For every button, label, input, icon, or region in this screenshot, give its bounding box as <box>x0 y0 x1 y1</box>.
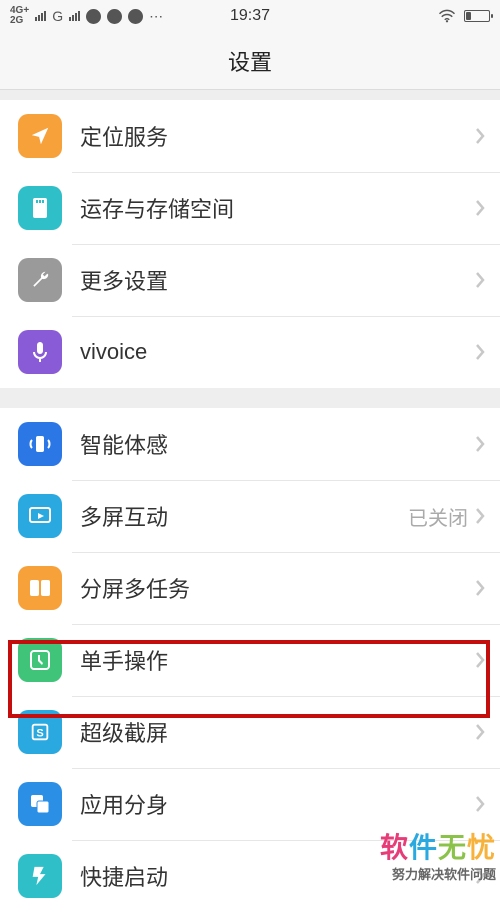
wifi-icon <box>438 9 456 23</box>
chevron-right-icon <box>474 578 486 598</box>
microphone-icon <box>18 330 62 374</box>
chevron-right-icon <box>474 342 486 362</box>
status-bar: 4G+ 2G G ⋯ 19:37 <box>0 0 500 32</box>
wrench-icon <box>18 258 62 302</box>
row-location[interactable]: 定位服务 <box>0 100 500 172</box>
row-vivoice[interactable]: vivoice <box>0 316 500 388</box>
status-app-icon-2 <box>107 9 122 24</box>
screenshot-icon: S <box>18 710 62 754</box>
status-app-icon-3 <box>128 9 143 24</box>
chevron-right-icon <box>474 270 486 290</box>
status-time: 19:37 <box>230 7 270 25</box>
storage-icon <box>18 186 62 230</box>
watermark-subtitle: 努力解决软件问题 <box>392 864 496 883</box>
row-label: 分屏多任务 <box>80 572 474 604</box>
chevron-right-icon <box>474 126 486 146</box>
row-one-hand[interactable]: 单手操作 <box>0 624 500 696</box>
row-label: 定位服务 <box>80 120 474 152</box>
signal-icon-1 <box>35 11 46 21</box>
status-right <box>438 9 490 23</box>
cast-icon <box>18 494 62 538</box>
network-4g-label: 4G+ 2G <box>10 6 29 26</box>
split-icon <box>18 566 62 610</box>
row-label: 单手操作 <box>80 644 474 676</box>
row-label: 应用分身 <box>80 788 474 820</box>
row-label: 多屏互动 <box>80 500 408 532</box>
row-motion-sensing[interactable]: 智能体感 <box>0 408 500 480</box>
row-split-screen[interactable]: 分屏多任务 <box>0 552 500 624</box>
row-value: 已关闭 <box>408 502 468 531</box>
network-g-label: G <box>52 8 63 24</box>
row-multiscreen[interactable]: 多屏互动 已关闭 <box>0 480 500 552</box>
chevron-right-icon <box>474 434 486 454</box>
page-title: 设置 <box>0 32 500 90</box>
svg-text:S: S <box>36 728 43 740</box>
status-app-icon-1 <box>86 9 101 24</box>
chevron-right-icon <box>474 198 486 218</box>
quick-launch-icon <box>18 854 62 898</box>
row-storage[interactable]: 运存与存储空间 <box>0 172 500 244</box>
row-more-settings[interactable]: 更多设置 <box>0 244 500 316</box>
chevron-right-icon <box>474 794 486 814</box>
row-super-screenshot[interactable]: S 超级截屏 <box>0 696 500 768</box>
chevron-right-icon <box>474 722 486 742</box>
clone-icon <box>18 782 62 826</box>
settings-group-1: 定位服务 运存与存储空间 更多设置 vivoice <box>0 100 500 388</box>
row-label: 运存与存储空间 <box>80 192 474 224</box>
watermark-title: 软件无忧 <box>380 826 496 866</box>
location-icon <box>18 114 62 158</box>
battery-icon <box>464 10 490 22</box>
chevron-right-icon <box>474 650 486 670</box>
watermark: 软件无忧 努力解决软件问题 <box>380 826 496 883</box>
phone-motion-icon <box>18 422 62 466</box>
hand-icon <box>18 638 62 682</box>
signal-icon-2 <box>69 11 80 21</box>
row-label: 超级截屏 <box>80 716 474 748</box>
status-dots-icon: ⋯ <box>149 8 163 25</box>
row-label: 更多设置 <box>80 264 474 296</box>
status-left: 4G+ 2G G ⋯ <box>10 6 163 26</box>
row-label: 智能体感 <box>80 428 474 460</box>
row-label: vivoice <box>80 339 474 365</box>
chevron-right-icon <box>474 506 486 526</box>
